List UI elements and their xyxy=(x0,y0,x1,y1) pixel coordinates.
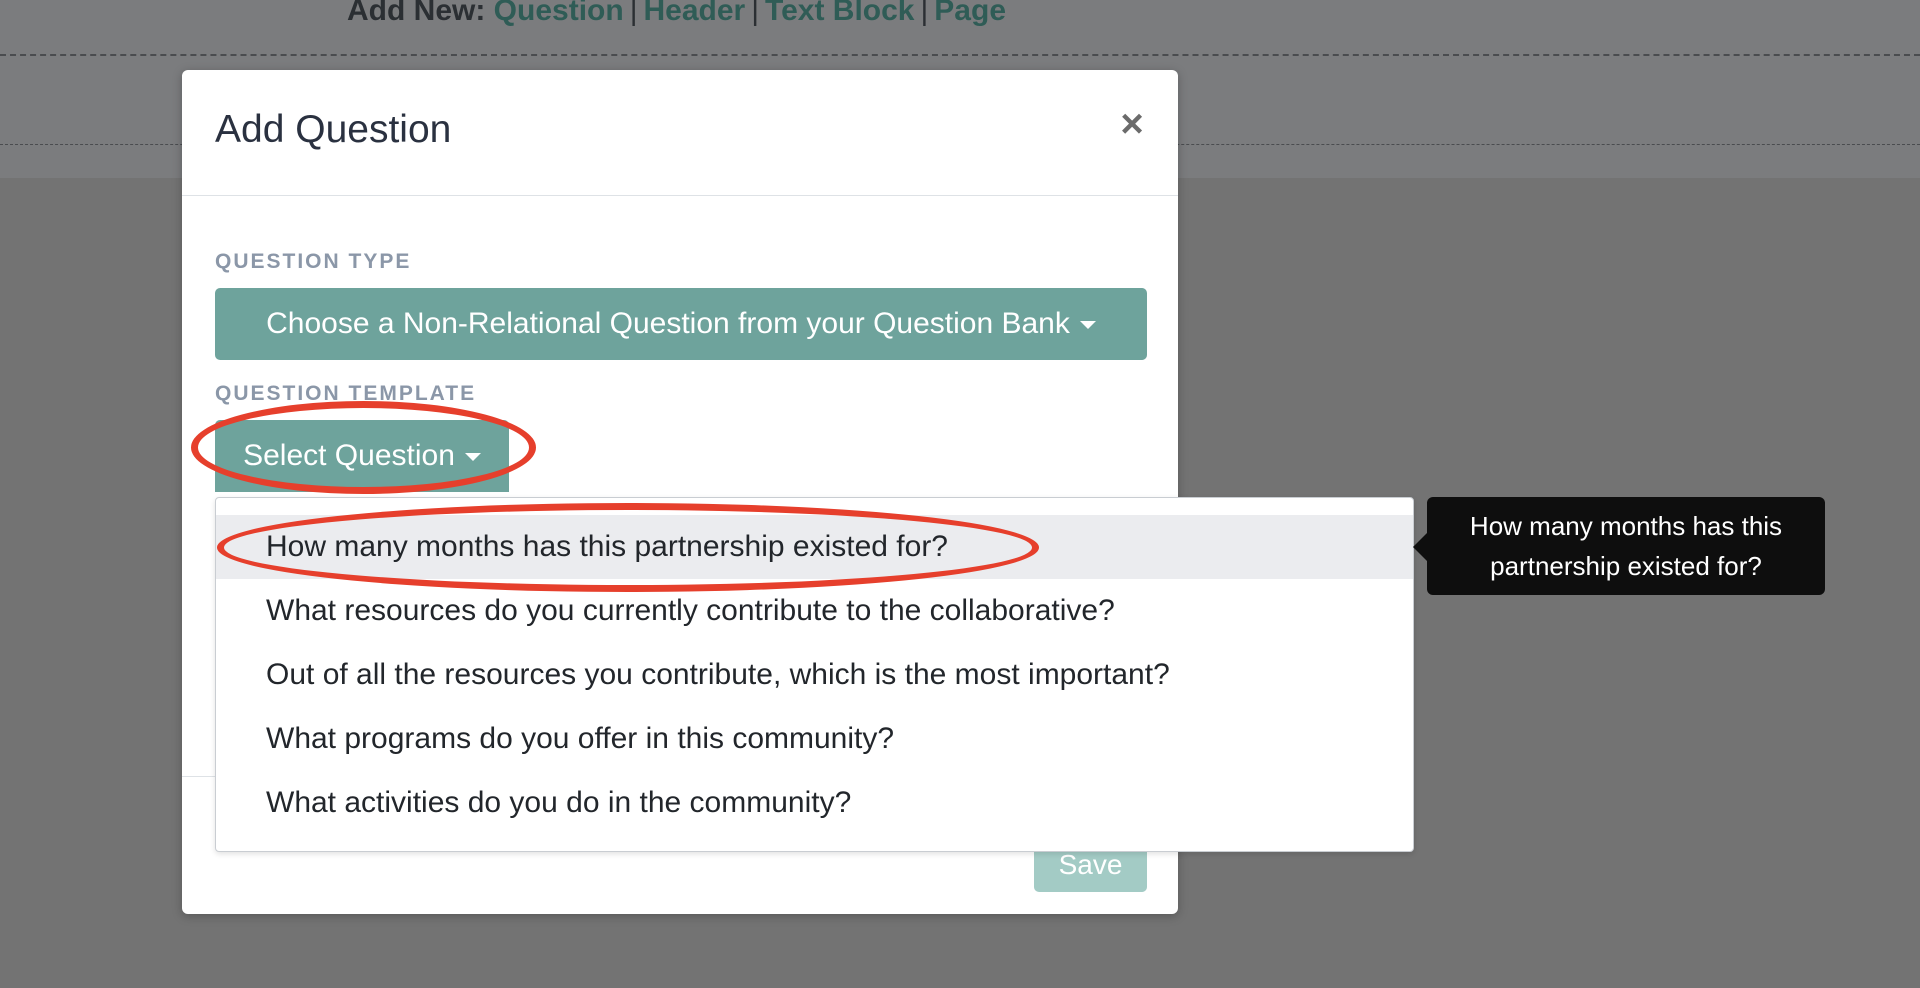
modal-header: Add Question × xyxy=(182,70,1178,196)
dropdown-item-most-important[interactable]: Out of all the resources you contribute,… xyxy=(216,643,1413,707)
question-template-label: QUESTION TEMPLATE xyxy=(215,382,477,405)
add-text-block-link[interactable]: Text Block xyxy=(765,0,915,27)
question-type-button-label: Choose a Non-Relational Question from yo… xyxy=(266,307,1070,340)
add-question-link[interactable]: Question xyxy=(494,0,624,27)
section-divider xyxy=(0,54,1920,56)
question-type-dropdown-button[interactable]: Choose a Non-Relational Question from yo… xyxy=(215,288,1147,360)
add-header-link[interactable]: Header xyxy=(643,0,745,27)
add-new-bar: Add New: Question | Header | Text Block | Page xyxy=(347,0,1006,28)
modal-title: Add Question xyxy=(215,108,452,151)
tooltip-line: partnership existed for? xyxy=(1490,551,1762,581)
tooltip: How many months has this partnership exi… xyxy=(1427,497,1825,595)
add-page-link[interactable]: Page xyxy=(934,0,1006,27)
select-question-button[interactable]: Select Question xyxy=(215,420,509,492)
caret-down-icon xyxy=(1079,321,1096,330)
dropdown-item-activities[interactable]: What activities do you do in the communi… xyxy=(216,771,1413,835)
caret-down-icon xyxy=(464,453,481,462)
tooltip-line: How many months has this xyxy=(1469,511,1783,541)
question-type-label: QUESTION TYPE xyxy=(215,250,412,273)
dropdown-item-programs[interactable]: What programs do you offer in this commu… xyxy=(216,707,1413,771)
tooltip-arrow xyxy=(1413,533,1427,561)
add-new-label: Add New: xyxy=(347,0,486,27)
dropdown-item-months[interactable]: How many months has this partnership exi… xyxy=(216,515,1413,579)
select-question-label: Select Question xyxy=(243,439,455,472)
close-icon[interactable]: × xyxy=(1114,102,1150,146)
dropdown-item-resources[interactable]: What resources do you currently contribu… xyxy=(216,579,1413,643)
question-dropdown-menu: How many months has this partnership exi… xyxy=(215,497,1414,852)
